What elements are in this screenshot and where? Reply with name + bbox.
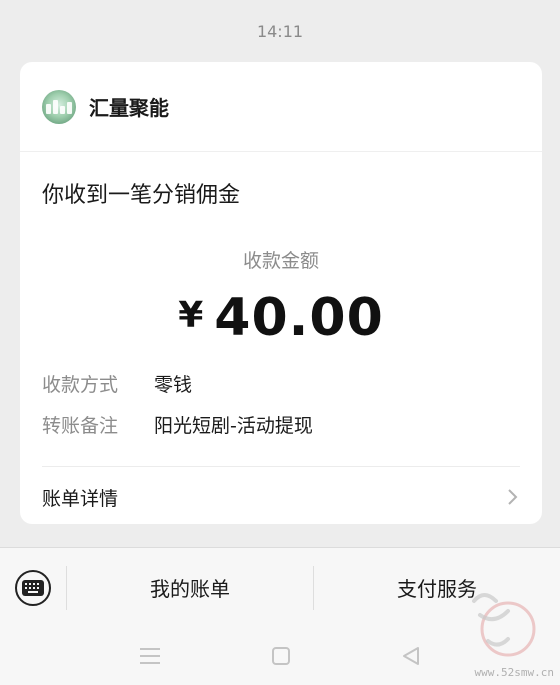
amount-number: 40.00 — [214, 288, 384, 348]
card-header[interactable]: 汇量聚能 — [20, 62, 542, 152]
nav-back-icon[interactable] — [401, 646, 421, 666]
keyboard-toggle-button[interactable] — [0, 548, 66, 628]
currency-symbol: ¥ — [178, 295, 205, 336]
app-name: 汇量聚能 — [89, 96, 169, 120]
amount-value: ¥40.00 — [20, 288, 542, 348]
detail-key: 收款方式 — [42, 374, 119, 396]
amount-label: 收款金额 — [242, 250, 319, 272]
nav-home-icon[interactable] — [271, 646, 291, 666]
watermark-text: www.52smw.cn — [474, 666, 554, 679]
detail-value: 零钱 — [154, 374, 193, 396]
watermark-seal-icon — [472, 593, 536, 657]
menu-my-bills[interactable]: 我的账单 — [67, 573, 313, 602]
keyboard-icon — [15, 569, 51, 606]
detail-row-payment-method: 收款方式 零钱 — [42, 370, 192, 397]
chevron-right-icon — [508, 489, 518, 505]
divider — [42, 466, 520, 467]
bill-details-link[interactable]: 账单详情 — [42, 480, 520, 514]
nav-menu-icon[interactable] — [139, 647, 161, 665]
app-logo-icon — [42, 89, 76, 124]
notification-headline: 你收到一笔分销佣金 — [42, 183, 241, 208]
bill-details-label: 账单详情 — [42, 487, 119, 510]
message-timestamp: 14:11 — [256, 22, 304, 41]
detail-key: 转账备注 — [42, 415, 119, 437]
detail-value: 阳光短剧-活动提现 — [154, 415, 313, 437]
detail-row-transfer-note: 转账备注 阳光短剧-活动提现 — [42, 411, 313, 438]
payment-notification-card[interactable]: 汇量聚能 你收到一笔分销佣金 收款金额 ¥40.00 收款方式 零钱 转账备注 … — [20, 62, 542, 524]
